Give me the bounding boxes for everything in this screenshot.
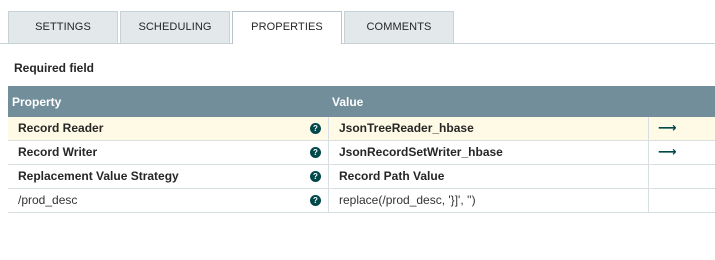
tab-bar: SETTINGS SCHEDULING PROPERTIES COMMENTS	[0, 0, 715, 44]
column-divider	[328, 117, 329, 141]
table-row[interactable]: Record Writer ? JsonRecordSetWriter_hbas…	[8, 141, 715, 165]
property-value[interactable]: JsonTreeReader_hbase	[339, 117, 639, 140]
question-circle-icon[interactable]: ?	[310, 123, 321, 134]
property-value[interactable]: replace(/prod_desc, '}]', '')	[339, 189, 639, 212]
column-divider	[328, 165, 329, 189]
table-row[interactable]: Record Reader ? JsonTreeReader_hbase ⟶	[8, 117, 715, 141]
column-divider	[328, 189, 329, 213]
property-name: Record Writer	[18, 145, 98, 159]
question-circle-icon[interactable]: ?	[310, 171, 321, 182]
property-name: Replacement Value Strategy	[18, 169, 179, 183]
column-divider	[648, 165, 649, 189]
table-row[interactable]: /prod_desc ? replace(/prod_desc, '}]', '…	[8, 189, 715, 213]
arrow-right-icon[interactable]: ⟶	[658, 117, 677, 140]
column-header-value[interactable]: Value	[332, 95, 363, 109]
question-circle-icon[interactable]: ?	[310, 147, 321, 158]
column-divider	[648, 117, 649, 141]
property-value[interactable]: JsonRecordSetWriter_hbase	[339, 141, 639, 164]
column-divider	[648, 189, 649, 213]
column-divider	[328, 141, 329, 165]
property-value[interactable]: Record Path Value	[339, 165, 639, 188]
tab-comments[interactable]: COMMENTS	[344, 11, 454, 43]
required-field-label: Required field	[14, 61, 95, 75]
tab-settings[interactable]: SETTINGS	[8, 11, 118, 43]
table-row[interactable]: Replacement Value Strategy ? Record Path…	[8, 165, 715, 189]
tab-properties[interactable]: PROPERTIES	[232, 11, 342, 44]
column-header-property[interactable]: Property	[12, 95, 61, 109]
table-header: Property Value	[8, 86, 715, 117]
tab-bar-divider	[0, 43, 715, 44]
tab-scheduling[interactable]: SCHEDULING	[120, 11, 230, 43]
column-divider	[648, 141, 649, 165]
arrow-right-icon[interactable]: ⟶	[658, 141, 677, 164]
question-circle-icon[interactable]: ?	[310, 195, 321, 206]
properties-table: Property Value Record Reader ? JsonTreeR…	[8, 86, 715, 213]
property-name: Record Reader	[18, 121, 104, 135]
property-name: /prod_desc	[18, 193, 78, 207]
